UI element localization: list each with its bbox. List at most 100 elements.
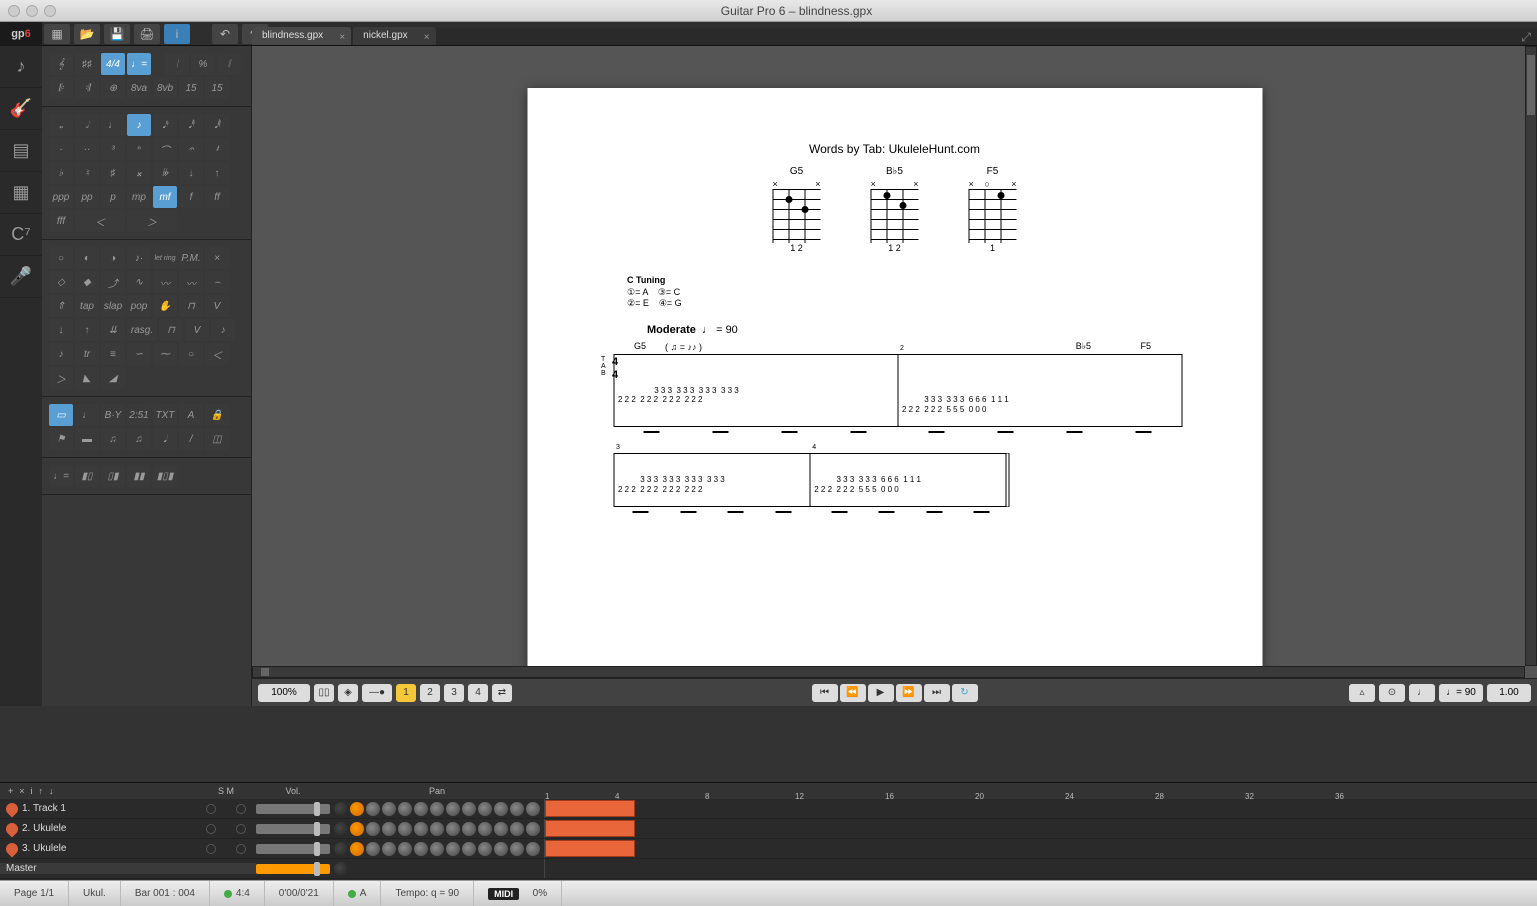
- repeat-tool[interactable]: %: [191, 53, 215, 75]
- eq-knob[interactable]: [478, 802, 492, 816]
- play-button[interactable]: ▶: [868, 684, 894, 702]
- tempo-tool[interactable]: ♩=: [127, 53, 151, 75]
- double-dotted-tool[interactable]: ··: [75, 138, 99, 160]
- scrollbar-thumb[interactable]: [261, 668, 269, 676]
- multitrack-button[interactable]: ⇄: [492, 684, 512, 702]
- eq-knob[interactable]: [462, 802, 476, 816]
- half-note-tool[interactable]: 𝅗𝅥: [75, 114, 99, 136]
- dynamic-p-tool[interactable]: p: [101, 186, 125, 208]
- eq-knob[interactable]: [526, 802, 540, 816]
- info-button[interactable]: i: [164, 24, 190, 44]
- speed-value[interactable]: 1.00: [1487, 684, 1531, 702]
- undo-button[interactable]: ↶: [212, 24, 238, 44]
- automation-all-tool[interactable]: ▮▯▮: [153, 465, 177, 487]
- mute-button[interactable]: [236, 804, 246, 814]
- master-pan-knob[interactable]: [334, 862, 348, 876]
- automation-tempo-tool[interactable]: ♩=: [49, 465, 73, 487]
- lyrics-panel-icon[interactable]: 🎤: [0, 256, 42, 298]
- quindicesima-tool[interactable]: 15: [179, 77, 203, 99]
- eq-knob[interactable]: [430, 822, 444, 836]
- solo-button[interactable]: [206, 844, 216, 854]
- measure-1[interactable]: G5 4 4 3 3 3 3 3 3 3 3 3 3 3 3 2 2 2 2 2…: [613, 354, 897, 427]
- eq-knob[interactable]: [446, 802, 460, 816]
- fermata-tool[interactable]: 𝄐: [179, 138, 203, 160]
- clip[interactable]: [545, 820, 635, 837]
- clip[interactable]: [545, 800, 635, 817]
- page-4-button[interactable]: 4: [468, 684, 488, 702]
- track-name[interactable]: 1. Track 1: [0, 803, 196, 815]
- slap-tool[interactable]: slap: [101, 295, 125, 317]
- dynamic-mf-tool[interactable]: mf: [153, 186, 177, 208]
- section-tool[interactable]: ▭: [49, 404, 73, 426]
- clip[interactable]: [545, 840, 635, 857]
- heavy-accent-tool[interactable]: ◑: [101, 247, 125, 269]
- close-icon[interactable]: ×: [424, 29, 430, 47]
- double-flat-tool[interactable]: 𝄫: [153, 162, 177, 184]
- eq-knob[interactable]: [494, 822, 508, 836]
- track-row[interactable]: 3. Ukulele: [0, 839, 1537, 859]
- zoom-select[interactable]: 100%: [258, 684, 310, 702]
- track-name[interactable]: 3. Ukulele: [0, 843, 196, 855]
- staccato-tool[interactable]: ♪·: [127, 247, 151, 269]
- marcato-tool[interactable]: ＞: [49, 367, 73, 389]
- grace-on-tool[interactable]: ♪: [49, 343, 73, 365]
- first-button[interactable]: ⏮: [812, 684, 838, 702]
- whole-note-tool[interactable]: 𝅝: [49, 114, 73, 136]
- pickstroke-up-tool[interactable]: V: [185, 319, 209, 341]
- accent2-tool[interactable]: ＜: [205, 343, 229, 365]
- thirtysecond-note-tool[interactable]: 𝅘𝅥𝅰: [179, 114, 203, 136]
- score-page[interactable]: Words by Tab: UkuleleHunt.com G5 ×× 1 2 …: [527, 88, 1262, 668]
- tap-tool[interactable]: tap: [75, 295, 99, 317]
- eq-knob[interactable]: [494, 842, 508, 856]
- dynamic-ppp-tool[interactable]: ppp: [49, 186, 73, 208]
- barline-tool[interactable]: 𝄀: [165, 53, 189, 75]
- scrollbar-thumb[interactable]: [1527, 55, 1535, 115]
- repeat-close-tool[interactable]: 𝄇: [75, 77, 99, 99]
- rasgueado-tool[interactable]: rasg.: [127, 319, 157, 341]
- arpeggio-up-tool[interactable]: ↑: [75, 319, 99, 341]
- ntuplet-tool[interactable]: ⁿ: [127, 138, 151, 160]
- track-timeline[interactable]: [544, 819, 1537, 838]
- ottava-8vb-tool[interactable]: 8vb: [153, 77, 177, 99]
- eq-knob[interactable]: [350, 802, 364, 816]
- timer-tool[interactable]: 2:51: [127, 404, 151, 426]
- eq-knob[interactable]: [510, 842, 524, 856]
- master-label[interactable]: Master: [0, 863, 256, 874]
- eighth-note-tool[interactable]: ♪: [127, 114, 151, 136]
- eq-knob[interactable]: [382, 822, 396, 836]
- bend-tool[interactable]: ⤴: [101, 271, 125, 293]
- mastering-panel-icon[interactable]: ▦: [0, 172, 42, 214]
- eq-knob[interactable]: [446, 822, 460, 836]
- eq-knob[interactable]: [398, 802, 412, 816]
- tie-tool[interactable]: ⌒: [153, 138, 177, 160]
- eq-knob[interactable]: [398, 842, 412, 856]
- eq-knob[interactable]: [366, 822, 380, 836]
- eq-knob[interactable]: [398, 822, 412, 836]
- eq-knob[interactable]: [510, 802, 524, 816]
- slash-tool[interactable]: /: [179, 428, 203, 450]
- decrescendo-tool[interactable]: ＞: [127, 210, 177, 232]
- tremolo-tool[interactable]: ≡: [101, 343, 125, 365]
- flat-tool[interactable]: ♭: [49, 162, 73, 184]
- automation-vol-tool[interactable]: ▮▯: [75, 465, 99, 487]
- natural-harmonic-tool[interactable]: ◇: [49, 271, 73, 293]
- by-tool[interactable]: B·Y: [101, 404, 125, 426]
- page-2-button[interactable]: 2: [420, 684, 440, 702]
- zoom-window-icon[interactable]: [44, 5, 56, 17]
- downstroke-tool[interactable]: ⊓: [179, 295, 203, 317]
- eq-knob[interactable]: [510, 822, 524, 836]
- dead-note-tool[interactable]: ×: [205, 247, 229, 269]
- quarter-note-tool[interactable]: ♩: [101, 114, 125, 136]
- force-beam-tool[interactable]: ♫: [127, 428, 151, 450]
- close-icon[interactable]: ×: [339, 29, 345, 47]
- solo-button[interactable]: [206, 804, 216, 814]
- instrument-panel-icon[interactable]: 🎸: [0, 88, 42, 130]
- eq-knob[interactable]: [430, 842, 444, 856]
- free-time-tool[interactable]: ♩: [75, 404, 99, 426]
- mute-button[interactable]: [236, 844, 246, 854]
- chord-tool[interactable]: A: [179, 404, 203, 426]
- rewind-button[interactable]: ⏪: [840, 684, 866, 702]
- measure-3[interactable]: 3 3 3 3 3 3 3 3 3 3 3 3 3 2 2 2 2 2 2 2 …: [613, 453, 809, 507]
- display-tool[interactable]: ◫: [205, 428, 229, 450]
- pan-knob[interactable]: [334, 802, 348, 816]
